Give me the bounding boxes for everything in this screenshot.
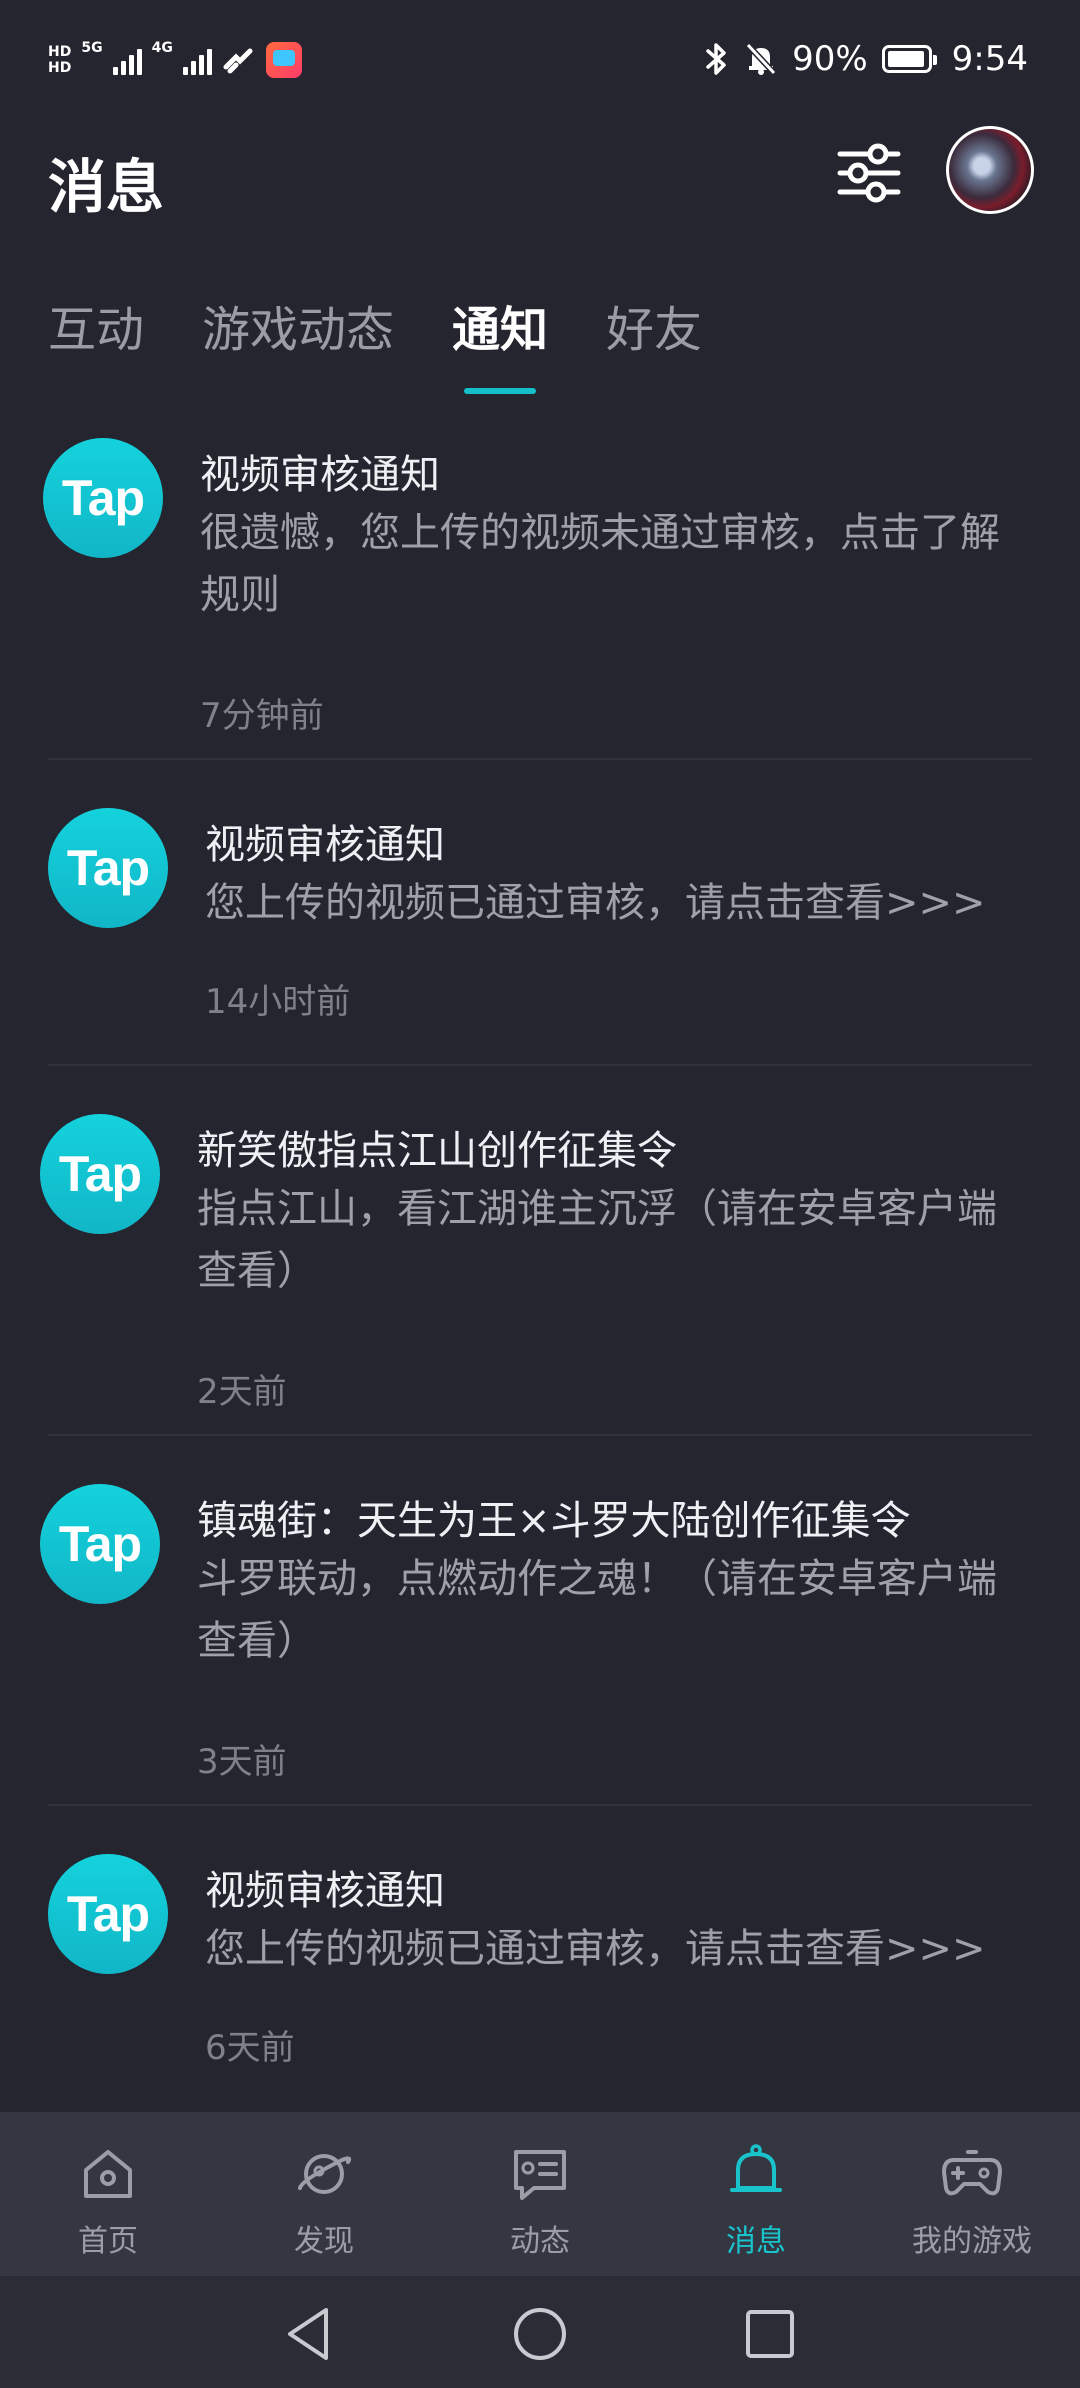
logo-text: Tap <box>61 470 145 526</box>
filter-settings-icon[interactable] <box>836 140 902 206</box>
network-type-1: 5G <box>81 40 103 56</box>
notification-title: 视频审核通知 <box>200 452 440 498</box>
notification-time: 2天前 <box>197 1372 287 1412</box>
taptap-logo-icon: Tap <box>40 1484 160 1604</box>
system-nav-bar <box>0 2276 1080 2388</box>
data-link-icon <box>223 48 253 74</box>
notification-body: 很遗憾，您上传的视频未通过审核，点击了解规则 <box>200 510 1000 618</box>
taptap-logo-icon: Tap <box>48 1854 168 1974</box>
notification-title: 视频审核通知 <box>205 822 445 868</box>
logo-text: Tap <box>58 1516 142 1572</box>
app-notification-icon <box>265 42 302 78</box>
nav-item-feed[interactable]: 动态 <box>432 2142 648 2260</box>
nav-label: 首页 <box>78 2224 138 2259</box>
clock: 9:54 <box>951 39 1028 79</box>
hd-top: HD <box>48 44 72 60</box>
logo-text: Tap <box>58 1146 142 1202</box>
notification-title: 视频审核通知 <box>205 1868 445 1914</box>
home-circle-icon[interactable] <box>510 2304 570 2364</box>
divider <box>48 758 1032 760</box>
logo-text: Tap <box>66 840 150 896</box>
nav-label: 我的游戏 <box>912 2224 1032 2259</box>
nav-label: 动态 <box>510 2224 570 2259</box>
signal-icon <box>112 45 142 75</box>
discover-planet-icon <box>298 2154 352 2194</box>
notification-body: 您上传的视频已通过审核，请点击查看>>> <box>205 880 986 926</box>
home-icon <box>84 2150 132 2198</box>
notification-time: 3天前 <box>197 1742 287 1782</box>
divider <box>48 1434 1032 1436</box>
notification-body: 斗罗联动，点燃动作之魂！（请在安卓客户端查看） <box>197 1556 997 1664</box>
nav-label: 发现 <box>294 2224 354 2259</box>
notification-body: 指点江山，看江湖谁主沉浮（请在安卓客户端查看） <box>197 1186 997 1294</box>
nav-label: 消息 <box>726 2224 786 2259</box>
taptap-logo-icon: Tap <box>40 1114 160 1234</box>
tab-game-updates[interactable]: 游戏动态 <box>202 290 394 360</box>
notification-title: 镇魂街：天生为王×斗罗大陆创作征集令 <box>197 1498 911 1544</box>
notification-title: 新笑傲指点江山创作征集令 <box>197 1128 677 1174</box>
bell-icon <box>730 2144 782 2192</box>
user-avatar[interactable] <box>946 126 1034 214</box>
gamepad-icon <box>942 2150 1002 2196</box>
page-title: 消息 <box>48 153 165 221</box>
notification-body: 您上传的视频已通过审核，请点击查看>>> <box>205 1926 986 1972</box>
hd-indicator: HD HD <box>48 44 71 76</box>
nav-item-discover[interactable]: 发现 <box>216 2142 432 2260</box>
bluetooth-icon <box>706 43 726 75</box>
status-bar: HD HD 5G 4G 90% 9:54 <box>0 0 1080 120</box>
divider <box>48 1804 1032 1806</box>
battery-percent: 90% <box>792 39 868 79</box>
signal-icon <box>182 45 212 75</box>
tab-notifications[interactable]: 通知 <box>452 290 548 360</box>
network-type-2: 4G <box>151 40 173 56</box>
nav-item-home[interactable]: 首页 <box>0 2142 216 2260</box>
battery-icon <box>881 45 937 73</box>
tab-friends[interactable]: 好友 <box>606 290 702 360</box>
taptap-logo-icon: Tap <box>43 438 163 558</box>
tab-interaction[interactable]: 互动 <box>48 290 144 360</box>
notification-time: 7分钟前 <box>200 696 324 736</box>
bottom-nav-bar: 首页 发现 动态 消息 我的游戏 <box>0 2112 1080 2276</box>
logo-text: Tap <box>66 1886 150 1942</box>
notification-time: 14小时前 <box>205 982 351 1022</box>
feed-card-icon <box>514 2150 566 2200</box>
nav-item-messages[interactable]: 消息 <box>648 2142 864 2260</box>
divider <box>48 1064 1032 1066</box>
recents-icon[interactable] <box>740 2304 800 2364</box>
nav-item-my-games[interactable]: 我的游戏 <box>864 2142 1080 2260</box>
hd-bottom: HD <box>48 60 72 76</box>
back-icon[interactable] <box>280 2304 340 2364</box>
message-tabs: 互动 游戏动态 通知 好友 <box>48 290 702 360</box>
mute-bell-icon <box>745 42 777 76</box>
notification-time: 6天前 <box>205 2028 295 2068</box>
taptap-logo-icon: Tap <box>48 808 168 928</box>
